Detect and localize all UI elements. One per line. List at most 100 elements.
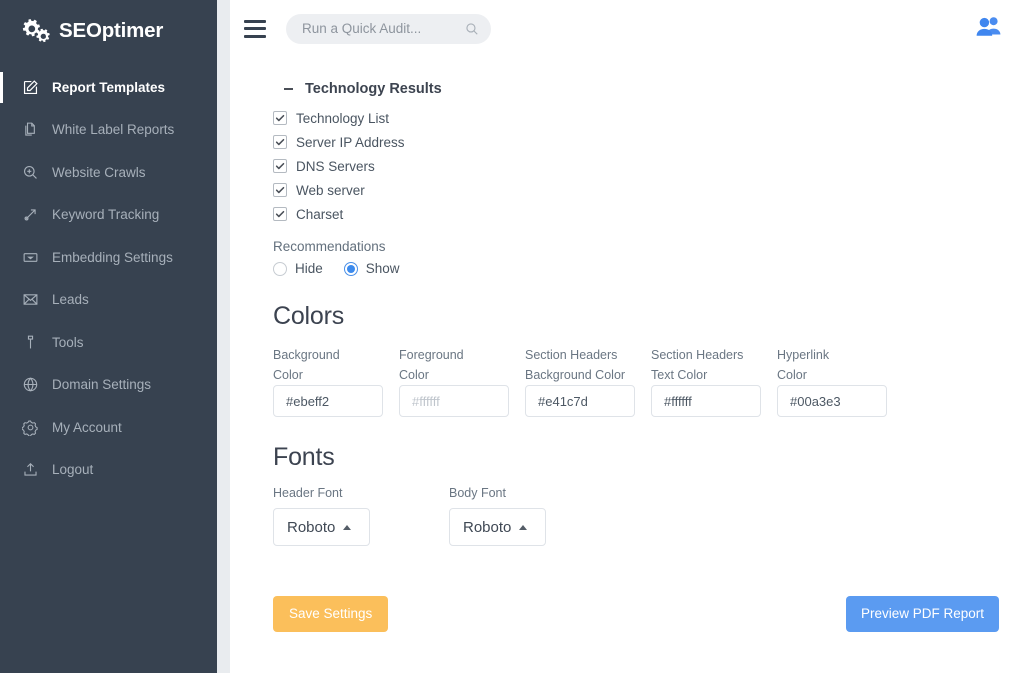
sidebar-item-my-account[interactable]: My Account bbox=[0, 406, 217, 449]
recommendations-radio-group: Hide Show bbox=[273, 261, 1000, 276]
trend-arrow-icon bbox=[21, 206, 39, 224]
checkbox-checked-icon[interactable] bbox=[273, 111, 287, 125]
sidebar-item-embedding-settings[interactable]: Embedding Settings bbox=[0, 236, 217, 279]
checkbox-row[interactable]: Technology List bbox=[273, 106, 1000, 130]
sidebar-item-label: Embedding Settings bbox=[52, 250, 173, 265]
hyperlink-color-input[interactable]: #00a3e3 bbox=[777, 385, 887, 417]
sidebar-item-logout[interactable]: Logout bbox=[0, 449, 217, 492]
colors-heading: Colors bbox=[273, 302, 1000, 331]
radio-label: Show bbox=[366, 261, 400, 276]
font-field-label: Body Font bbox=[449, 486, 546, 500]
sidebar-item-label: Logout bbox=[52, 462, 93, 477]
checkbox-label: Web server bbox=[296, 183, 365, 198]
chevron-up-icon bbox=[343, 525, 351, 530]
sidebar-item-tools[interactable]: Tools bbox=[0, 321, 217, 364]
checkbox-label: Technology List bbox=[296, 111, 389, 126]
sidebar-item-website-crawls[interactable]: Website Crawls bbox=[0, 151, 217, 194]
checkbox-label: DNS Servers bbox=[296, 159, 375, 174]
chevron-up-icon bbox=[519, 525, 527, 530]
body-font-select[interactable]: Roboto bbox=[449, 508, 546, 546]
color-field-section-headers-background-color: Section Headers Background Color #e41c7d bbox=[525, 345, 635, 417]
colors-field-grid: Background Color #ebeff2 Foreground Colo… bbox=[273, 345, 1000, 417]
hamburger-bar bbox=[244, 27, 266, 30]
sidebar-item-label: Keyword Tracking bbox=[52, 207, 159, 222]
technology-results-checkbox-list: Technology List Server IP Address DNS Se… bbox=[273, 106, 1000, 226]
sidebar-item-label: Tools bbox=[52, 335, 84, 350]
checkbox-row[interactable]: Web server bbox=[273, 178, 1000, 202]
checkbox-checked-icon[interactable] bbox=[273, 207, 287, 221]
gears-logo-icon bbox=[20, 16, 50, 46]
sidebar-item-label: My Account bbox=[52, 420, 122, 435]
radio-label: Hide bbox=[295, 261, 323, 276]
app-root: SEOptimer Report Templates bbox=[0, 0, 1024, 673]
radio-unselected-icon[interactable] bbox=[273, 262, 287, 276]
checkbox-row[interactable]: Charset bbox=[273, 202, 1000, 226]
section-headers-text-color-input[interactable]: #ffffff bbox=[651, 385, 761, 417]
sidebar-item-label: Leads bbox=[52, 292, 89, 307]
technology-results-header[interactable]: Technology Results bbox=[282, 81, 1000, 97]
section-headers-background-color-input[interactable]: #e41c7d bbox=[525, 385, 635, 417]
sidebar-item-keyword-tracking[interactable]: Keyword Tracking bbox=[0, 194, 217, 237]
sidebar: SEOptimer Report Templates bbox=[0, 0, 217, 673]
sidebar-item-leads[interactable]: Leads bbox=[0, 279, 217, 322]
background-color-input[interactable]: #ebeff2 bbox=[273, 385, 383, 417]
edit-document-icon bbox=[21, 78, 39, 96]
color-field-label: Hyperlink Color bbox=[777, 345, 887, 385]
hamburger-bar bbox=[244, 20, 266, 23]
save-settings-button[interactable]: Save Settings bbox=[273, 596, 388, 632]
action-bar: Save Settings Preview PDF Report bbox=[273, 596, 1000, 632]
header-font-select[interactable]: Roboto bbox=[273, 508, 370, 546]
gear-icon bbox=[21, 418, 39, 436]
font-field-header-font: Header Font Roboto bbox=[273, 486, 370, 546]
checkbox-checked-icon[interactable] bbox=[273, 135, 287, 149]
search-icon bbox=[465, 22, 479, 36]
brand-logo[interactable]: SEOptimer bbox=[0, 0, 217, 62]
color-field-hyperlink-color: Hyperlink Color #00a3e3 bbox=[777, 345, 887, 417]
users-icon[interactable] bbox=[975, 14, 1002, 43]
search-placeholder: Run a Quick Audit... bbox=[302, 21, 465, 36]
radio-selected-icon[interactable] bbox=[344, 262, 358, 276]
color-field-label: Section Headers Background Color bbox=[525, 345, 635, 385]
checkbox-checked-icon[interactable] bbox=[273, 183, 287, 197]
color-field-label: Section Headers Text Color bbox=[651, 345, 761, 385]
sidebar-item-white-label-reports[interactable]: White Label Reports bbox=[0, 109, 217, 152]
sidebar-item-report-templates[interactable]: Report Templates bbox=[0, 66, 217, 109]
preview-pdf-report-button[interactable]: Preview PDF Report bbox=[846, 596, 999, 632]
color-field-section-headers-text-color: Section Headers Text Color #ffffff bbox=[651, 345, 761, 417]
copy-documents-icon bbox=[21, 121, 39, 139]
checkbox-label: Server IP Address bbox=[296, 135, 405, 150]
radio-option-hide[interactable]: Hide bbox=[273, 261, 323, 276]
logout-upload-icon bbox=[21, 461, 39, 479]
settings-content: Technology Results Technology List Serve… bbox=[230, 57, 1024, 632]
sidebar-item-domain-settings[interactable]: Domain Settings bbox=[0, 364, 217, 407]
magnifier-plus-icon bbox=[21, 163, 39, 181]
sidebar-item-label: Website Crawls bbox=[52, 165, 146, 180]
fonts-field-row: Header Font Roboto Body Font Roboto bbox=[273, 486, 1000, 546]
color-field-background-color: Background Color #ebeff2 bbox=[273, 345, 383, 417]
screwdriver-icon bbox=[21, 333, 39, 351]
embed-box-icon bbox=[21, 248, 39, 266]
section-title: Technology Results bbox=[305, 81, 442, 97]
foreground-color-input[interactable]: #ffffff bbox=[399, 385, 509, 417]
checkbox-row[interactable]: Server IP Address bbox=[273, 130, 1000, 154]
globe-icon bbox=[21, 376, 39, 394]
checkbox-label: Charset bbox=[296, 207, 343, 222]
color-field-label: Background Color bbox=[273, 345, 383, 385]
sidebar-item-label: White Label Reports bbox=[52, 122, 174, 137]
recommendations-label: Recommendations bbox=[273, 239, 1000, 254]
hamburger-bar bbox=[244, 35, 266, 38]
font-field-body-font: Body Font Roboto bbox=[449, 486, 546, 546]
search-input[interactable]: Run a Quick Audit... bbox=[286, 14, 491, 44]
checkbox-checked-icon[interactable] bbox=[273, 159, 287, 173]
radio-option-show[interactable]: Show bbox=[344, 261, 400, 276]
font-field-label: Header Font bbox=[273, 486, 370, 500]
sidebar-nav: Report Templates White Label Reports bbox=[0, 62, 217, 491]
collapse-minus-icon[interactable] bbox=[284, 88, 293, 91]
brand-name: SEOptimer bbox=[59, 19, 163, 43]
hamburger-icon[interactable] bbox=[244, 20, 266, 38]
sidebar-item-label: Report Templates bbox=[52, 80, 165, 95]
sidebar-gutter bbox=[217, 0, 230, 673]
color-field-label: Foreground Color bbox=[399, 345, 509, 385]
checkbox-row[interactable]: DNS Servers bbox=[273, 154, 1000, 178]
main-area: Run a Quick Audit... bbox=[230, 0, 1024, 673]
